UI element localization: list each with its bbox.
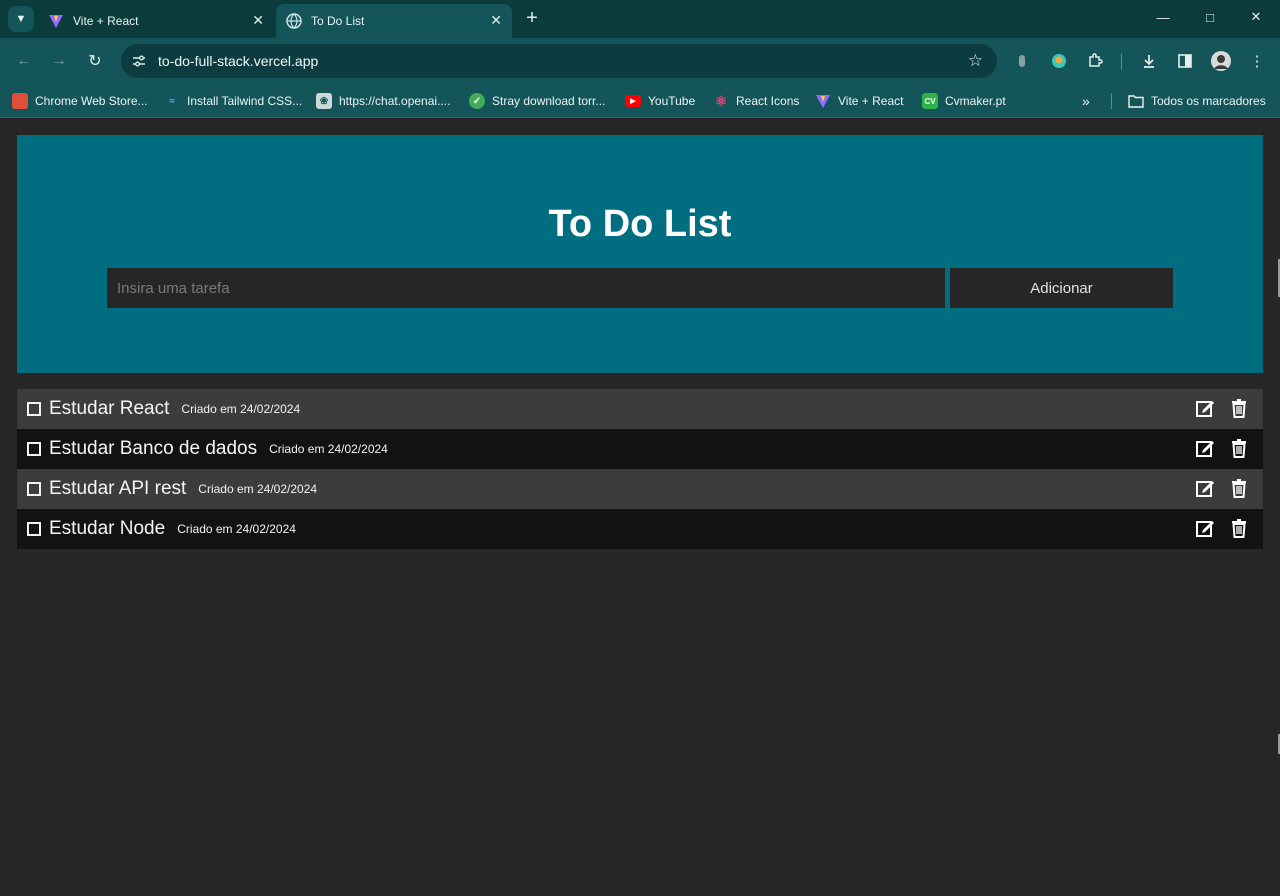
task-created-date: Criado em 24/02/2024 [181, 402, 301, 416]
task-row: Estudar Node Criado em 24/02/2024 [17, 509, 1263, 549]
back-button[interactable]: ← [10, 47, 38, 75]
maximize-button[interactable]: □ [1187, 0, 1233, 34]
trash-icon[interactable] [1229, 438, 1249, 458]
edit-icon[interactable] [1195, 478, 1215, 498]
globe-icon [286, 13, 302, 29]
task-created-date: Criado em 24/02/2024 [198, 482, 318, 496]
openai-icon: ❀ [316, 93, 332, 109]
bookmark-star-icon[interactable]: ☆ [968, 51, 983, 71]
bookmarks-bar: Chrome Web Store... ≈ Install Tailwind C… [0, 84, 1280, 118]
folder-icon [1128, 93, 1144, 109]
trash-icon[interactable] [1229, 518, 1249, 538]
reload-button[interactable]: ↻ [81, 47, 109, 75]
vite-icon [815, 93, 831, 109]
task-checkbox[interactable] [27, 402, 41, 416]
react-icon: ⚛ [714, 92, 728, 109]
task-input[interactable] [107, 268, 945, 308]
bookmark-item[interactable]: CV Cvmaker.pt [922, 91, 1006, 111]
bookmarks-divider [1111, 93, 1112, 109]
avatar[interactable] [1207, 47, 1235, 75]
bookmark-item[interactable]: ✓ Stray download torr... [469, 91, 605, 111]
page-title: To Do List [548, 203, 732, 245]
tab-title: Vite + React [73, 14, 139, 28]
all-bookmarks-folder[interactable]: Todos os marcadores [1128, 91, 1266, 111]
trash-icon[interactable] [1229, 398, 1249, 418]
edit-icon[interactable] [1195, 438, 1215, 458]
tab-search-button[interactable]: ▼ [8, 6, 34, 32]
task-checkbox[interactable] [27, 482, 41, 496]
task-checkbox[interactable] [27, 442, 41, 456]
page-content: To Do List Adicionar Estudar React Criad… [0, 119, 1280, 896]
window-close-button[interactable]: ✕ [1233, 0, 1279, 34]
bookmark-item[interactable]: Chrome Web Store... [12, 91, 148, 111]
edit-icon[interactable] [1195, 398, 1215, 418]
tab-title: To Do List [311, 14, 365, 28]
vite-icon [48, 13, 64, 29]
task-created-date: Criado em 24/02/2024 [177, 522, 296, 536]
browser-toolbar: ← → ↻ to-do-full-stack.vercel.app ☆ ⋮ [0, 38, 1280, 84]
close-icon[interactable]: ✕ [252, 12, 264, 29]
youtube-icon: ▶ [625, 95, 641, 107]
new-tab-button[interactable]: + [520, 6, 544, 30]
task-list: Estudar React Criado em 24/02/2024 Estud… [17, 389, 1263, 549]
tab-vite-react[interactable]: Vite + React ✕ [38, 4, 274, 38]
forward-button[interactable]: → [45, 47, 73, 75]
tab-to-do-list[interactable]: To Do List ✕ [276, 4, 512, 38]
bookmark-item[interactable]: ≈ Install Tailwind CSS... [164, 91, 302, 111]
task-row: Estudar React Criado em 24/02/2024 [17, 389, 1263, 429]
side-panel-icon[interactable] [1171, 47, 1199, 75]
task-checkbox[interactable] [27, 522, 41, 536]
extension-icon[interactable] [1045, 47, 1073, 75]
tailwind-icon: ≈ [169, 95, 175, 107]
cv-icon: CV [922, 93, 938, 109]
more-bookmarks-icon[interactable]: » [1082, 91, 1090, 111]
url-text: to-do-full-stack.vercel.app [158, 53, 319, 69]
bookmark-item[interactable]: ⚛ React Icons [713, 91, 800, 111]
add-task-button[interactable]: Adicionar [950, 268, 1173, 308]
extension-icon[interactable] [1008, 47, 1036, 75]
task-created-date: Criado em 24/02/2024 [269, 442, 388, 456]
toolbar-divider [1121, 54, 1122, 70]
site-settings-icon[interactable] [131, 53, 147, 69]
close-icon[interactable]: ✕ [490, 12, 502, 29]
bookmark-item[interactable]: ▶ YouTube [625, 91, 695, 111]
task-title: Estudar React [49, 398, 170, 419]
trash-icon[interactable] [1229, 478, 1249, 498]
task-row: Estudar API rest Criado em 24/02/2024 [17, 469, 1263, 509]
shield-icon: ✓ [469, 93, 485, 109]
bookmark-item[interactable]: Vite + React [815, 91, 903, 111]
task-title: Estudar Banco de dados [49, 438, 258, 459]
bookmark-item[interactable]: ❀ https://chat.openai.... [316, 91, 450, 111]
download-icon[interactable] [1135, 47, 1163, 75]
extensions-puzzle-icon[interactable] [1081, 47, 1109, 75]
task-title: Estudar API rest [49, 478, 187, 499]
todo-header: To Do List Adicionar [17, 135, 1263, 373]
chrome-store-icon [12, 93, 28, 109]
menu-dots-icon[interactable]: ⋮ [1243, 47, 1271, 75]
address-bar[interactable]: to-do-full-stack.vercel.app ☆ [121, 44, 997, 78]
chevron-down-icon: ▼ [15, 13, 27, 25]
edit-icon[interactable] [1195, 518, 1215, 538]
minimize-button[interactable]: — [1140, 0, 1186, 34]
task-row: Estudar Banco de dados Criado em 24/02/2… [17, 429, 1263, 469]
task-title: Estudar Node [49, 518, 166, 539]
tab-strip: ▼ Vite + React ✕ To Do List ✕ + — □ ✕ [0, 0, 1280, 38]
